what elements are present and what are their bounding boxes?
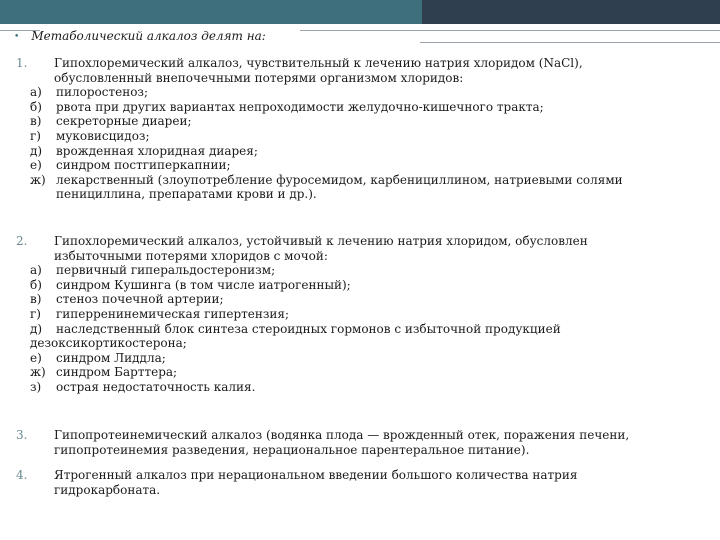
sub-text: стеноз почечной артерии; [56, 292, 224, 307]
sub-marker: г) [30, 128, 41, 143]
sub-marker: е) [30, 350, 42, 365]
sub-continuation: дезоксикортикостерона; [30, 336, 187, 351]
sub-item: з) острая недостаточность калия. [30, 380, 720, 395]
sub-item: д) наследственный блок синтеза стероидных… [30, 322, 720, 337]
item-text-line: Гипохлоремический алкалоз, устойчивый к … [54, 234, 588, 248]
sub-marker: д) [30, 143, 43, 158]
sub-marker: в) [30, 114, 42, 129]
sub-list: а) пилоростеноз; б) рвота при других вариа… [30, 85, 720, 202]
item-text-line: Ятрогенный алкалоз при нерациональном вв… [54, 468, 578, 482]
divider-line [300, 30, 720, 31]
item-number: 2. [16, 234, 28, 248]
item-number: 3. [16, 428, 28, 442]
divider-line [420, 42, 720, 43]
sub-item: в) стеноз почечной артерии; [30, 292, 720, 307]
sub-text: первичный гиперальдостеронизм; [56, 263, 276, 278]
sub-item: ж) лекарственный (злоупотребление фуросем… [30, 173, 720, 188]
sub-marker: б) [30, 277, 42, 292]
item-text-line: избыточными потерями хлоридов с мочой: [54, 248, 328, 263]
sub-text: наследственный блок синтеза стероидных г… [56, 321, 561, 336]
sub-item: е) синдром постгиперкапнии; [30, 158, 720, 173]
sub-marker: а) [30, 85, 42, 100]
item-body: Гипохлоремический алкалоз, чувствительны… [54, 56, 718, 85]
item-text-line: Гипопротеинемический алкалоз (водянка пл… [54, 428, 630, 442]
sub-item: б) синдром Кушинга (в том числе иатрогенн… [30, 278, 720, 293]
sub-item: а) пилоростеноз; [30, 85, 720, 100]
sub-item: д) врожденная хлоридная диарея; [30, 144, 720, 159]
sub-text: острая недостаточность калия. [56, 379, 256, 394]
item-text-line: обусловленный внепочечными потерями орга… [54, 70, 464, 85]
sub-text: лекарственный (злоупотребление фуросемид… [56, 172, 623, 187]
sub-marker: г) [30, 306, 41, 321]
sub-marker: ж) [30, 172, 46, 187]
sub-marker: ж) [30, 365, 46, 380]
sub-text: гиперренинемическая гипертензия; [56, 306, 290, 321]
sub-marker: е) [30, 158, 42, 173]
item-body: Гипохлоремический алкалоз, устойчивый к … [54, 234, 718, 263]
sub-item: ж) синдром Барттера; [30, 365, 720, 380]
item-number: 4. [16, 468, 28, 482]
sub-item: е) синдром Лиддла; [30, 351, 720, 366]
sub-text: муковисцидоз; [56, 128, 150, 143]
sub-text: синдром постгиперкапнии; [56, 158, 231, 173]
sub-text: врожденная хлоридная диарея; [56, 143, 258, 158]
item-body: Гипопротеинемический алкалоз (водянка пл… [54, 428, 718, 457]
sub-marker: з) [30, 379, 42, 394]
sub-text: синдром Кушинга (в том числе иатрогенный… [56, 277, 351, 292]
item-text-line: гипопротеинемия разведения, нерациональн… [54, 442, 530, 457]
sub-list: а) первичный гиперальдостеронизм; б) синдр… [30, 263, 720, 394]
banner-right-segment [422, 0, 720, 24]
top-banner [0, 0, 720, 24]
sub-text: секреторные диареи; [56, 114, 192, 129]
sub-text: рвота при других вариантах непроходимост… [56, 99, 544, 114]
heading-text: Метаболический алкалоз делят на: [31, 29, 266, 43]
sub-marker: б) [30, 99, 42, 114]
sub-item: г) муковисцидоз; [30, 129, 720, 144]
slide-heading: • Метаболический алкалоз делят на: [14, 29, 266, 43]
sub-item: б) рвота при других вариантах непроходимо… [30, 100, 720, 115]
sub-marker: а) [30, 263, 42, 278]
sub-text: синдром Лиддла; [56, 350, 166, 365]
item-body: Ятрогенный алкалоз при нерациональном вв… [54, 468, 718, 497]
banner-left-segment [0, 0, 422, 24]
sub-marker: д) [30, 321, 43, 336]
sub-item: а) первичный гиперальдостеронизм; [30, 263, 720, 278]
item-text-line: Гипохлоремический алкалоз, чувствительны… [54, 56, 583, 70]
sub-text: синдром Барттера; [56, 365, 178, 380]
sub-item: в) секреторные диареи; [30, 114, 720, 129]
bullet-icon: • [14, 32, 20, 42]
sub-marker: в) [30, 292, 42, 307]
sub-text: пилоростеноз; [56, 85, 149, 100]
item-number: 1. [16, 56, 28, 70]
item-text-line: гидрокарбоната. [54, 482, 161, 497]
sub-item: г) гиперренинемическая гипертензия; [30, 307, 720, 322]
sub-continuation: пенициллина, препаратами крови и др.). [56, 187, 317, 202]
